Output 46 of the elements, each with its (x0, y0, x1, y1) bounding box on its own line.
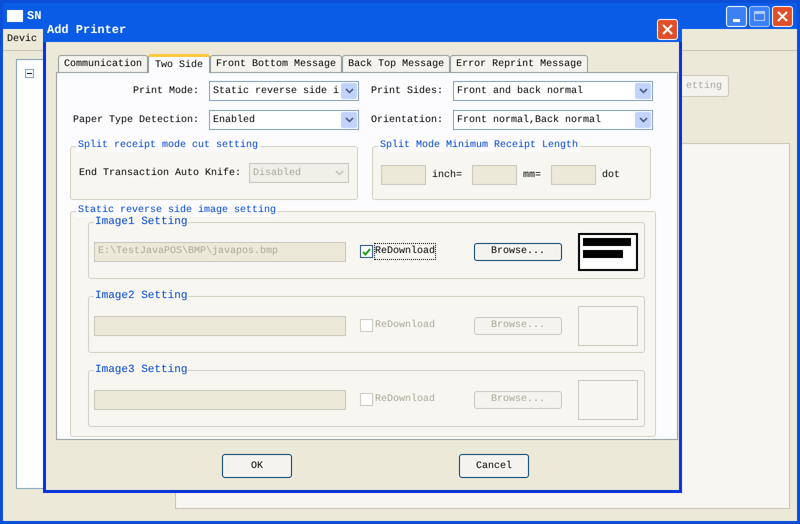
dropdown[interactable]: Front and back normal (453, 81, 653, 101)
unit-label: mm= (523, 168, 542, 182)
tab[interactable]: Error Reprint Message (450, 55, 588, 72)
input-field[interactable] (472, 165, 518, 185)
minimize-button[interactable] (726, 6, 747, 26)
app-icon (7, 10, 23, 22)
field-label: End Transaction Auto Knife: (79, 166, 242, 180)
tab[interactable]: Two Side (148, 54, 210, 73)
input-field[interactable] (551, 165, 596, 185)
group-title: Image1 Setting (94, 216, 188, 228)
dialog-button[interactable]: OK (222, 454, 292, 478)
group-title: Image2 Setting (94, 290, 188, 302)
menu-item[interactable]: Devic (7, 32, 38, 47)
field-label: Print Mode: (132, 84, 199, 98)
dialog-title: Add Printer (47, 22, 126, 38)
dropdown[interactable]: Enabled (209, 110, 359, 130)
field-label: Paper Type Detection: (72, 114, 199, 128)
window-title: SN (27, 8, 42, 25)
dropdown[interactable]: Static reverse side i (209, 81, 359, 101)
group-title: Static reverse side image setting (76, 205, 278, 217)
group-title: Split Mode Minimum Receipt Length (378, 140, 580, 152)
browse-button[interactable]: Browse... (474, 242, 562, 260)
field-label: Orientation: (370, 114, 443, 128)
tab[interactable]: Front Bottom Message (210, 55, 342, 72)
checkbox[interactable] (360, 245, 373, 258)
close-button[interactable] (657, 19, 678, 40)
collapse-icon[interactable] (25, 69, 34, 78)
checkbox-label: ReDownload (375, 244, 436, 259)
group-title: Image3 Setting (94, 364, 188, 376)
maximize-button[interactable] (749, 6, 770, 26)
dialog-button[interactable]: Cancel (459, 454, 529, 478)
path-field[interactable] (94, 390, 346, 410)
close-button[interactable] (772, 6, 793, 26)
checkbox-label: ReDownload (375, 392, 436, 407)
dropdown[interactable]: Front normal,Back normal (453, 110, 653, 130)
unit-label: dot (602, 168, 620, 182)
close-icon (662, 24, 673, 35)
unit-label: inch= (432, 168, 462, 182)
tab[interactable]: Communication (58, 55, 148, 72)
input-field[interactable] (381, 165, 426, 185)
path-field[interactable] (94, 316, 346, 336)
tab[interactable]: Back Top Message (342, 55, 450, 72)
group-title: Split receipt mode cut setting (76, 140, 260, 152)
checkbox-label: ReDownload (375, 318, 436, 333)
close-icon (777, 10, 788, 22)
field-label: Print Sides: (370, 84, 443, 98)
